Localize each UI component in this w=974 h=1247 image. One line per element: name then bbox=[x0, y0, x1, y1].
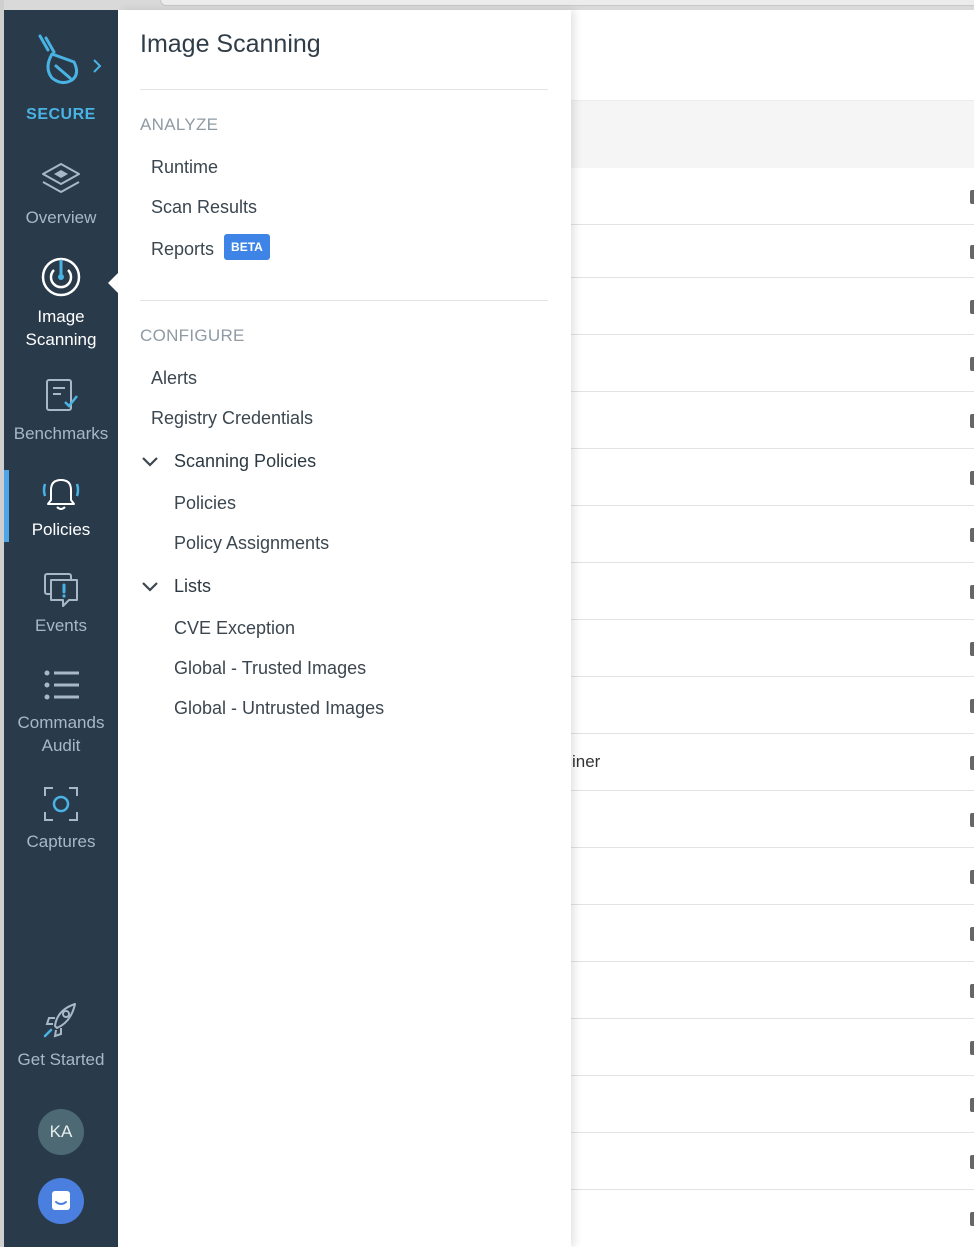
column-edge bbox=[970, 699, 974, 713]
column-edge bbox=[970, 357, 974, 371]
panel-title: Image Scanning bbox=[140, 30, 321, 58]
column-edge bbox=[970, 585, 974, 599]
rail-item-benchmarks[interactable]: Benchmarks bbox=[4, 376, 118, 445]
rail-item-get-started[interactable]: Get Started bbox=[4, 998, 118, 1071]
table-row[interactable] bbox=[570, 620, 974, 677]
table-row[interactable] bbox=[570, 677, 974, 734]
nav-group-lists[interactable]: Lists bbox=[140, 576, 440, 600]
events-icon bbox=[44, 573, 78, 607]
nav-item-policies[interactable]: Policies bbox=[174, 493, 236, 514]
browser-tab bbox=[160, 0, 974, 6]
column-edge bbox=[970, 1212, 974, 1226]
table-row[interactable] bbox=[570, 905, 974, 962]
rail-item-events[interactable]: Events bbox=[4, 568, 118, 637]
column-edge bbox=[970, 927, 974, 941]
table-row[interactable]: iner bbox=[570, 734, 974, 791]
table-row[interactable] bbox=[570, 392, 974, 449]
section-label-configure: CONFIGURE bbox=[140, 326, 245, 345]
nav-item-scan-results[interactable]: Scan Results bbox=[151, 197, 257, 218]
nav-item-global-trusted-images[interactable]: Global - Trusted Images bbox=[174, 658, 366, 679]
nav-item-reports-label: Reports bbox=[151, 238, 215, 259]
shovel-logo-icon bbox=[38, 34, 79, 85]
nav-item-registry-credentials[interactable]: Registry Credentials bbox=[151, 408, 313, 429]
column-edge bbox=[970, 1098, 974, 1112]
table-row[interactable] bbox=[570, 168, 974, 225]
table-row[interactable] bbox=[570, 1019, 974, 1076]
rail-item-label: Get Started bbox=[17, 1050, 105, 1069]
rail-item-label: Benchmarks bbox=[13, 424, 109, 443]
nav-item-alerts[interactable]: Alerts bbox=[151, 368, 197, 389]
image-scanning-flyout: Image Scanning ANALYZE Runtime Scan Resu… bbox=[118, 10, 571, 1247]
column-edge bbox=[970, 642, 974, 656]
table-row[interactable] bbox=[570, 1190, 974, 1247]
image-scanning-icon bbox=[41, 257, 81, 297]
column-edge bbox=[970, 414, 974, 428]
benchmarks-icon bbox=[46, 379, 78, 411]
chat-support-button[interactable] bbox=[38, 1178, 84, 1224]
column-edge bbox=[970, 870, 974, 884]
rail-item-label: Image Scanning bbox=[25, 307, 97, 349]
table-header-band bbox=[570, 100, 974, 168]
table-row[interactable] bbox=[570, 278, 974, 335]
main-content-background: iner bbox=[570, 10, 974, 1247]
secure-logo[interactable]: SECURE bbox=[4, 30, 118, 125]
bell-icon bbox=[42, 479, 80, 510]
chevron-right-icon bbox=[93, 59, 102, 73]
table-row[interactable] bbox=[570, 335, 974, 392]
column-edge bbox=[970, 984, 974, 998]
nav-group-scanning-policies[interactable]: Scanning Policies bbox=[140, 451, 440, 475]
column-edge bbox=[970, 756, 974, 770]
rail-item-label: Overview bbox=[25, 208, 97, 227]
table-row[interactable] bbox=[570, 1076, 974, 1133]
table-row[interactable] bbox=[570, 563, 974, 620]
nav-item-runtime[interactable]: Runtime bbox=[151, 157, 218, 178]
column-edge bbox=[970, 190, 974, 204]
table-row[interactable] bbox=[570, 1133, 974, 1190]
nav-item-policy-assignments[interactable]: Policy Assignments bbox=[174, 533, 329, 554]
nav-item-cve-exception[interactable]: CVE Exception bbox=[174, 618, 295, 639]
nav-item-reports[interactable]: Reports BETA bbox=[151, 234, 270, 263]
rail-item-overview[interactable]: Overview bbox=[4, 160, 118, 229]
rocket-icon bbox=[43, 1003, 76, 1038]
divider bbox=[140, 300, 548, 301]
table-row[interactable] bbox=[570, 848, 974, 905]
column-edge bbox=[970, 813, 974, 827]
rail-item-label: Policies bbox=[31, 520, 91, 539]
column-edge bbox=[970, 471, 974, 485]
row-partial-text: iner bbox=[572, 752, 601, 771]
chevron-down-icon bbox=[142, 457, 158, 467]
rail-item-label: Events bbox=[35, 616, 87, 635]
nav-group-label: Scanning Policies bbox=[174, 451, 317, 471]
product-label: SECURE bbox=[26, 106, 96, 123]
layers-icon bbox=[42, 163, 80, 193]
table-row[interactable] bbox=[570, 506, 974, 563]
column-edge bbox=[970, 528, 974, 542]
rail-item-commands-audit[interactable]: Commands Audit bbox=[4, 665, 118, 757]
rail-item-policies[interactable]: Policies bbox=[4, 472, 118, 541]
beta-badge: BETA bbox=[224, 234, 270, 260]
icon-rail: SECURE Overview Image Scanning Benchmark… bbox=[4, 10, 119, 1247]
table-row[interactable] bbox=[570, 962, 974, 1019]
column-edge bbox=[970, 1155, 974, 1169]
list-icon bbox=[44, 670, 79, 700]
nav-item-global-untrusted-images[interactable]: Global - Untrusted Images bbox=[174, 698, 384, 719]
column-edge bbox=[970, 245, 974, 259]
browser-top-strip bbox=[0, 0, 974, 10]
column-edge bbox=[970, 1041, 974, 1055]
rail-item-label: Commands Audit bbox=[17, 713, 105, 755]
column-edge bbox=[970, 300, 974, 314]
user-avatar[interactable]: KA bbox=[38, 1109, 84, 1155]
table-row[interactable] bbox=[570, 225, 974, 278]
rail-item-image-scanning[interactable]: Image Scanning bbox=[4, 255, 118, 351]
rail-item-label: Captures bbox=[26, 832, 96, 851]
rail-item-captures[interactable]: Captures bbox=[4, 784, 118, 853]
table-row[interactable] bbox=[570, 449, 974, 506]
section-label-analyze: ANALYZE bbox=[140, 115, 219, 134]
capture-icon bbox=[44, 787, 78, 821]
chat-icon bbox=[52, 1191, 70, 1210]
chevron-down-icon bbox=[142, 582, 158, 592]
nav-group-label: Lists bbox=[174, 576, 212, 596]
table-row[interactable] bbox=[570, 791, 974, 848]
divider bbox=[140, 89, 548, 90]
